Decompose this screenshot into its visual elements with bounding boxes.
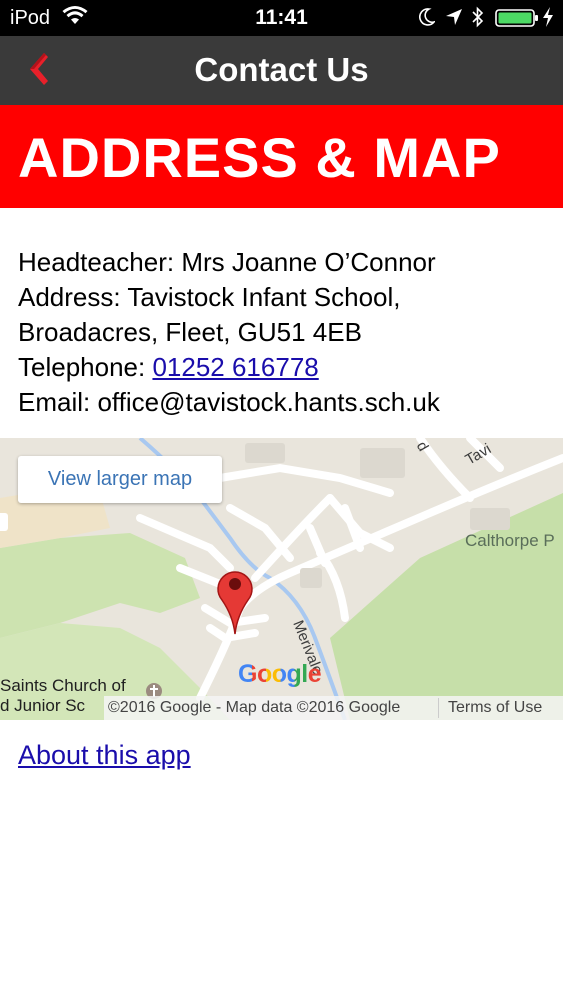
address-line-2: Broadacres, Fleet, GU51 4EB xyxy=(18,317,362,347)
telephone-link[interactable]: 01252 616778 xyxy=(152,352,318,382)
address-line-1: Address: Tavistock Infant School, xyxy=(18,282,401,312)
nav-bar: Contact Us xyxy=(0,36,563,105)
section-banner: ADDRESS & MAP xyxy=(0,105,563,208)
battery-icon xyxy=(495,9,538,27)
location-arrow-icon xyxy=(446,9,462,25)
email-text: Email: office@tavistock.hants.sch.uk xyxy=(18,387,440,417)
terms-of-use-link[interactable]: Terms of Use xyxy=(448,699,542,717)
contact-info: Headteacher: Mrs Joanne O’Connor Address… xyxy=(18,245,548,420)
embedded-map[interactable]: View larger map d Tavi Calthorpe P Meriv… xyxy=(0,438,563,720)
page-title: Contact Us xyxy=(194,51,369,88)
attribution-divider xyxy=(438,698,439,718)
headteacher-text: Headteacher: Mrs Joanne O’Connor xyxy=(18,247,436,277)
do-not-disturb-icon xyxy=(419,8,435,26)
map-label-saints-church: Saints Church of xyxy=(0,676,126,695)
about-this-app-link[interactable]: About this app xyxy=(18,740,191,771)
bluetooth-icon xyxy=(472,6,484,28)
map-edge-marker xyxy=(0,513,8,531)
location-pin-icon[interactable] xyxy=(216,566,254,636)
google-logo-text: Google xyxy=(238,660,322,688)
google-logo: Google xyxy=(238,660,322,689)
telephone-row: Telephone: 01252 616778 xyxy=(18,350,548,385)
status-bar: iPod 11:41 xyxy=(0,0,563,36)
map-copyright: ©2016 Google - Map data ©2016 Google xyxy=(108,699,401,716)
telephone-label: Telephone: xyxy=(18,352,153,382)
view-larger-map-button[interactable]: View larger map xyxy=(18,456,222,503)
map-label-junior-school: d Junior Sc xyxy=(0,696,86,715)
charging-bolt-icon xyxy=(543,7,553,27)
section-heading: ADDRESS & MAP xyxy=(18,126,501,189)
map-label-calthorpe: Calthorpe P xyxy=(465,531,555,550)
